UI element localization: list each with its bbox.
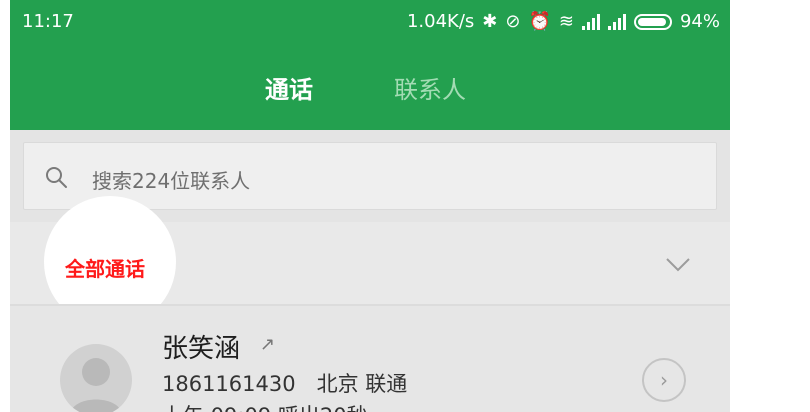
filter-label[interactable]: 全部通话	[65, 253, 145, 282]
signal-icon	[581, 13, 600, 30]
tab-contacts[interactable]: 联系人	[394, 70, 466, 105]
status-bar: 11:17 1.04K/s ✱ ⊘ ⏰ ≋ 94%	[10, 0, 730, 46]
avatar	[60, 344, 132, 412]
battery-icon	[633, 13, 672, 30]
call-log-list: 张笑涵 ↗ 1861161430 北京 联通 上午 09:09 呼出20秒 ›	[10, 306, 730, 412]
person-icon	[70, 358, 122, 412]
signal-icon-2	[607, 13, 626, 30]
chevron-right-icon: ›	[660, 368, 668, 392]
phone-screen: 11:17 1.04K/s ✱ ⊘ ⏰ ≋ 94% 通话 联系人 搜索224位联…	[10, 0, 730, 412]
status-time: 11:17	[22, 11, 74, 32]
contact-name: 张笑涵	[162, 334, 241, 364]
bluetooth-icon: ✱	[482, 11, 498, 32]
search-icon	[46, 167, 67, 188]
wifi-icon: ≋	[558, 11, 574, 32]
app-header: 通话 联系人	[10, 46, 730, 130]
network-speed: 1.04K/s	[406, 11, 475, 32]
search-placeholder: 搜索224位联系人	[92, 169, 251, 193]
outgoing-call-icon: ↗	[260, 334, 276, 355]
detail-button[interactable]: ›	[642, 358, 686, 402]
alarm-clock-icon: ⏰	[528, 11, 551, 32]
battery-percent: 94%	[679, 11, 720, 32]
call-time-detail: 上午 09:09 呼出20秒	[162, 400, 368, 412]
contact-number-location: 1861161430 北京 联通	[162, 372, 408, 396]
do-not-disturb-icon: ⊘	[505, 11, 521, 32]
chevron-down-icon[interactable]	[664, 250, 692, 278]
tab-calls[interactable]: 通话	[265, 70, 313, 105]
status-icons: 1.04K/s ✱ ⊘ ⏰ ≋ 94%	[407, 11, 720, 32]
